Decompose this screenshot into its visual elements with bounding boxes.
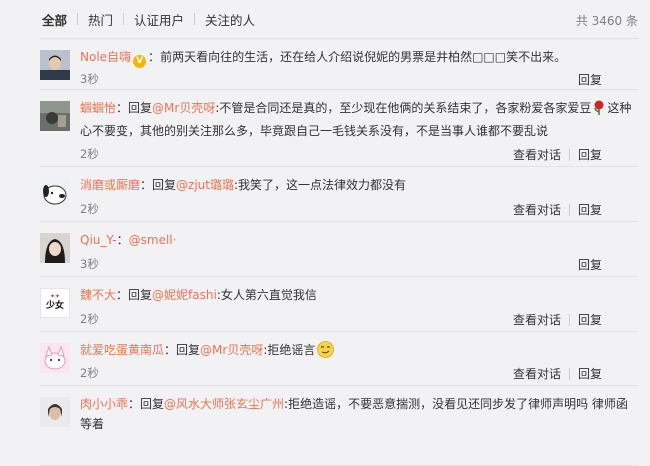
avatar-text: 少女 <box>45 301 64 311</box>
comment-actions: 查看对话 回复 <box>513 311 602 328</box>
comment-actions: 查看对话 回复 <box>513 365 602 382</box>
comment-filter-tabs: 全部 热门 认证用户 关注的人 <box>0 0 650 38</box>
comment-time: 3秒 <box>80 72 99 86</box>
avatar[interactable] <box>40 397 70 427</box>
comment-colon: ： <box>148 50 161 64</box>
comment-colon: ：回复 <box>128 397 165 411</box>
comment-username[interactable]: 就爱吃蛋黄南瓜 <box>80 343 164 357</box>
comment-colon: ：回复 <box>164 343 201 357</box>
comment-time: 2秒 <box>80 202 99 216</box>
comment-text: Qiu_Y-：@smell· <box>80 230 636 250</box>
comment-text: 肉小小乖：回复@风水大师张玄尘广州:拒绝造谣，不要恶意揣测，没看见还同步发了律师… <box>80 394 636 434</box>
reply-button[interactable]: 回复 <box>578 313 602 327</box>
comment-item: 肉小小乖：回复@风水大师张玄尘广州:拒绝造谣，不要恶意揣测，没看见还同步发了律师… <box>0 386 650 466</box>
comment-username[interactable]: 肉小小乖 <box>80 397 128 411</box>
comment-item: 就爱吃蛋黄南瓜：回复@Mr贝壳呀:拒绝谣言 2秒 查看对话 回复 <box>0 332 650 386</box>
tab-all[interactable]: 全部 <box>0 10 77 29</box>
tab-hot[interactable]: 热门 <box>78 10 123 29</box>
action-divider <box>568 204 570 216</box>
comment-item: ✦✦ 少女 魏不大：回复@妮妮fashi:女人第六直觉我信 2秒 查看对话 回复 <box>0 277 650 332</box>
comment-text: Nole自嗨 V ：前两天看向往的生活，还在给人介绍说倪妮的男票是井柏然□□□笑不出… <box>80 47 636 68</box>
tab-following[interactable]: 关注的人 <box>195 10 265 29</box>
reply-button[interactable]: 回复 <box>578 203 602 217</box>
view-conversation-button[interactable]: 查看对话 <box>513 148 561 162</box>
comment-username[interactable]: 魏不大 <box>80 288 116 302</box>
comment-item: 蝈蝈怡：回复@Mr贝壳呀:不管是合同还是真的，至少现在他俩的关系结束了，各家粉爱… <box>0 90 650 167</box>
comment-colon: ： <box>116 233 129 247</box>
comment-item: Qiu_Y-：@smell· 3秒 回复 <box>0 222 650 277</box>
comment-colon: ：回复 <box>116 288 153 302</box>
reply-button[interactable]: 回复 <box>578 367 602 381</box>
avatar[interactable] <box>40 50 70 80</box>
comment-text: 就爱吃蛋黄南瓜：回复@Mr贝壳呀:拒绝谣言 <box>80 340 636 364</box>
comment-username[interactable]: 消磨或厮磨 <box>80 178 140 192</box>
reply-button[interactable]: 回复 <box>578 71 602 88</box>
mention-link[interactable]: @Mr贝壳呀 <box>152 101 215 115</box>
mention-link[interactable]: @Mr贝壳呀 <box>200 343 263 357</box>
avatar[interactable] <box>40 233 70 263</box>
mention-link[interactable]: @妮妮fashi <box>152 288 217 302</box>
avatar[interactable]: ✦✦ 少女 <box>40 288 70 318</box>
comment-time: 2秒 <box>80 366 99 380</box>
comment-time: 2秒 <box>80 147 99 161</box>
rose-emoji-icon <box>592 100 606 121</box>
mention-link[interactable]: @zjut璐璐 <box>176 178 234 192</box>
comment-colon: ：回复 <box>140 178 177 192</box>
comment-username[interactable]: 蝈蝈怡 <box>80 101 116 115</box>
comment-content: 前两天看向往的生活，还在给人介绍说倪妮的男票是井柏然□□□笑不出来。 <box>160 50 567 64</box>
comment-content: :不管是合同还是真的，至少现在他俩的关系结束了，各家粉爱各家爱豆 <box>215 101 592 115</box>
comment-text: 消磨或厮磨：回复@zjut璐璐:我笑了，这一点法律效力都没有 <box>80 175 636 195</box>
avatar-logo-mark: ✦✦ <box>49 293 61 300</box>
comment-actions: 查看对话 回复 <box>513 146 602 163</box>
mention-link[interactable]: @smell· <box>129 233 177 247</box>
comment-item: Nole自嗨 V ：前两天看向往的生活，还在给人介绍说倪妮的男票是井柏然□□□笑不出… <box>0 39 650 90</box>
action-divider <box>568 314 570 326</box>
view-conversation-button[interactable]: 查看对话 <box>513 367 561 381</box>
comment-content: :我笑了，这一点法律效力都没有 <box>233 178 407 192</box>
comment-content: :女人第六直觉我信 <box>216 288 317 302</box>
comment-item: 消磨或厮磨：回复@zjut璐璐:我笑了，这一点法律效力都没有 2秒 查看对话 回复 <box>0 167 650 222</box>
avatar[interactable] <box>40 343 70 373</box>
comment-content: :拒绝谣言 <box>263 343 316 357</box>
reply-button[interactable]: 回复 <box>578 256 602 273</box>
comment-total-count: 共 3460 条 <box>575 14 638 28</box>
comment-list: Nole自嗨 V ：前两天看向往的生活，还在给人介绍说倪妮的男票是井柏然□□□笑不出… <box>0 39 650 466</box>
view-conversation-button[interactable]: 查看对话 <box>513 203 561 217</box>
view-conversation-button[interactable]: 查看对话 <box>513 313 561 327</box>
mention-link[interactable]: @风水大师张玄尘广州 <box>164 397 284 411</box>
action-divider <box>568 368 570 380</box>
smirk-emoji-icon <box>317 341 335 364</box>
action-divider <box>568 149 570 161</box>
comment-text: 魏不大：回复@妮妮fashi:女人第六直觉我信 <box>80 285 636 305</box>
comment-time: 3秒 <box>80 257 99 271</box>
comment-text: 蝈蝈怡：回复@Mr贝壳呀:不管是合同还是真的，至少现在他俩的关系结束了，各家粉爱… <box>80 98 636 141</box>
tab-verified[interactable]: 认证用户 <box>124 10 194 29</box>
comment-username[interactable]: Qiu_Y- <box>80 233 117 247</box>
verified-v-icon: V <box>133 55 147 68</box>
avatar[interactable] <box>40 101 70 131</box>
comment-time: 2秒 <box>80 312 99 326</box>
comment-colon: ：回复 <box>116 101 153 115</box>
reply-button[interactable]: 回复 <box>578 148 602 162</box>
comment-username[interactable]: Nole自嗨 <box>80 50 131 64</box>
avatar[interactable] <box>40 178 70 208</box>
comment-actions: 查看对话 回复 <box>513 201 602 218</box>
